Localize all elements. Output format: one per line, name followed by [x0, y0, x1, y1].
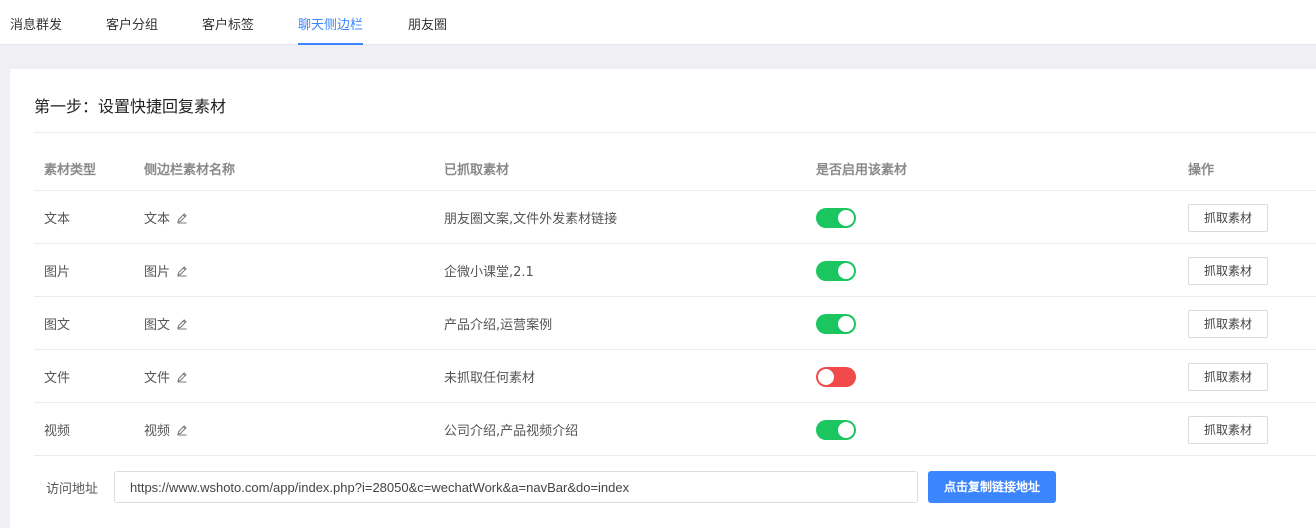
pencil-icon[interactable]: [176, 424, 188, 436]
top-tab-bar: 消息群发 客户分组 客户标签 聊天侧边栏 朋友圈: [0, 0, 1316, 45]
divider: [34, 190, 1316, 191]
divider: [34, 349, 1316, 350]
cell-fetched: 未抓取任何素材: [444, 371, 536, 386]
pencil-icon[interactable]: [176, 265, 188, 277]
enable-switch[interactable]: [816, 261, 856, 281]
switch-knob: [838, 422, 854, 438]
divider: [34, 296, 1316, 297]
divider: [34, 243, 1316, 244]
tab-moments[interactable]: 朋友圈: [408, 0, 447, 45]
enable-switch[interactable]: [816, 420, 856, 440]
header-sidebar-name: 侧边栏素材名称: [144, 163, 236, 178]
switch-knob: [838, 210, 854, 226]
switch-knob: [818, 369, 834, 385]
pencil-icon[interactable]: [176, 212, 188, 224]
enable-switch[interactable]: [816, 314, 856, 334]
header-action: 操作: [1188, 163, 1215, 178]
cell-name-text: 视频: [144, 424, 171, 439]
enable-switch[interactable]: [816, 208, 856, 228]
pencil-icon[interactable]: [176, 371, 188, 383]
tab-mass-message[interactable]: 消息群发: [10, 0, 62, 45]
fetch-material-button[interactable]: 抓取素材: [1188, 204, 1268, 232]
cell-name: 文件: [144, 367, 188, 386]
cell-fetched: 公司介绍,产品视频介绍: [444, 424, 579, 439]
cell-fetched: 企微小课堂,2.1: [444, 265, 534, 280]
fetch-material-button[interactable]: 抓取素材: [1188, 257, 1268, 285]
cell-name-text: 图片: [144, 265, 171, 280]
cell-name-text: 文件: [144, 371, 171, 386]
fetch-material-button[interactable]: 抓取素材: [1188, 363, 1268, 391]
header-enabled: 是否启用该素材: [816, 163, 908, 178]
divider: [34, 455, 1316, 456]
access-url-input[interactable]: [114, 471, 918, 503]
cell-name-text: 文本: [144, 212, 171, 227]
cell-name: 图片: [144, 261, 188, 280]
header-material-type: 素材类型: [44, 163, 97, 178]
fetch-material-button[interactable]: 抓取素材: [1188, 310, 1268, 338]
header-fetched: 已抓取素材: [444, 163, 510, 178]
cell-name: 视频: [144, 420, 188, 439]
tab-customer-group[interactable]: 客户分组: [106, 0, 158, 45]
copy-link-button[interactable]: 点击复制链接地址: [928, 471, 1056, 503]
cell-name-text: 图文: [144, 318, 171, 333]
enable-switch[interactable]: [816, 367, 856, 387]
cell-fetched: 朋友圈文案,文件外发素材链接: [444, 212, 618, 227]
content-card: 第一步：设置快捷回复素材 素材类型 侧边栏素材名称 已抓取素材 是否启用该素材 …: [10, 69, 1316, 528]
cell-type: 文本: [44, 212, 71, 227]
cell-name: 文本: [144, 208, 188, 227]
divider: [34, 402, 1316, 403]
switch-knob: [838, 263, 854, 279]
cell-type: 文件: [44, 371, 71, 386]
fetch-material-button[interactable]: 抓取素材: [1188, 416, 1268, 444]
cell-fetched: 产品介绍,运营案例: [444, 318, 553, 333]
cell-type: 视频: [44, 424, 71, 439]
divider: [34, 132, 1316, 133]
tab-chat-sidebar[interactable]: 聊天侧边栏: [298, 0, 364, 45]
tab-customer-tag[interactable]: 客户标签: [202, 0, 254, 45]
cell-type: 图片: [44, 265, 71, 280]
access-address-label: 访问地址: [46, 482, 99, 497]
cell-type: 图文: [44, 318, 71, 333]
cell-name: 图文: [144, 314, 188, 333]
pencil-icon[interactable]: [176, 318, 188, 330]
switch-knob: [838, 316, 854, 332]
section-title: 第一步：设置快捷回复素材: [34, 97, 227, 116]
